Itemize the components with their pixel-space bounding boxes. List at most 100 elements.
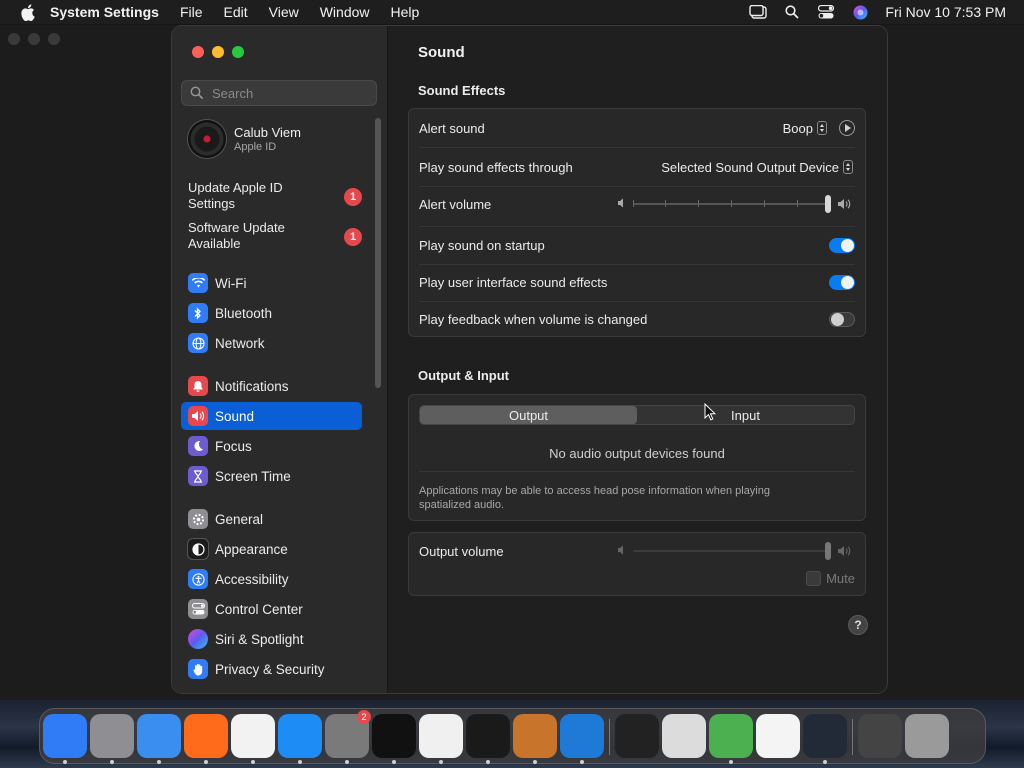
sidebar-item-siri-spotlight[interactable]: Siri & Spotlight [181, 625, 362, 653]
appearance-icon [188, 539, 208, 559]
sidebar-item-appearance[interactable]: Appearance [181, 535, 362, 563]
sidebar: Calub Viem Apple ID Update Apple ID Sett… [172, 26, 388, 693]
dock-app-store-icon[interactable] [278, 714, 322, 758]
dock-garageband-icon[interactable] [513, 714, 557, 758]
dock-trash-icon[interactable] [905, 714, 949, 758]
sidebar-item-focus[interactable]: Focus [181, 432, 362, 460]
dock-running-indicator [157, 760, 161, 764]
ui-sounds-row: Play user interface sound effects [409, 264, 865, 300]
menu-help[interactable]: Help [391, 4, 420, 20]
stage-manager-icon[interactable] [749, 4, 768, 20]
sidebar-item-bluetooth[interactable]: Bluetooth [181, 299, 362, 327]
alert-volume-knob[interactable] [825, 195, 831, 213]
apple-menu-icon[interactable] [18, 3, 36, 21]
help-button[interactable]: ? [848, 615, 868, 635]
minimize-window-button[interactable] [212, 46, 224, 58]
tab-output[interactable]: Output [420, 406, 637, 424]
sidebar-item-label: Control Center [215, 601, 303, 617]
search-field [181, 80, 377, 106]
notice-software-update[interactable]: Software Update Available 1 [188, 220, 378, 252]
sidebar-item-label: Siri & Spotlight [215, 631, 304, 647]
alert-volume-slider[interactable] [633, 194, 831, 214]
dock-piano-icon[interactable] [615, 714, 659, 758]
dock-running-indicator [439, 760, 443, 764]
search-icon [190, 86, 204, 100]
sidebar-item-screen-time[interactable]: Screen Time [181, 462, 362, 490]
dock-downloads-icon[interactable] [858, 714, 902, 758]
popup-arrows-icon [843, 160, 853, 174]
sidebar-item-accessibility[interactable]: Accessibility [181, 565, 362, 593]
menu-clock[interactable]: Fri Nov 10 7:53 PM [885, 4, 1006, 20]
dock-maps-icon[interactable] [709, 714, 753, 758]
mute-label: Mute [826, 571, 855, 586]
menu-file[interactable]: File [180, 4, 203, 20]
tab-input[interactable]: Input [637, 406, 854, 424]
search-input[interactable] [210, 84, 364, 102]
output-through-popup[interactable]: Selected Sound Output Device [661, 160, 853, 175]
notice-badge: 1 [344, 228, 362, 246]
menu-window[interactable]: Window [320, 4, 370, 20]
menu-edit[interactable]: Edit [224, 4, 248, 20]
output-through-value: Selected Sound Output Device [661, 159, 839, 175]
mouse-cursor-icon [704, 403, 716, 421]
sound-effects-card: Alert sound Boop Play sound effects thro… [408, 108, 866, 337]
sound-pane: Sound Sound Effects Alert sound Boop Pla… [388, 26, 887, 693]
dock-freeform-icon[interactable] [756, 714, 800, 758]
sidebar-item-general[interactable]: General [181, 505, 362, 533]
sidebar-item-wifi[interactable]: Wi-Fi [181, 269, 362, 297]
sidebar-item-notifications[interactable]: Notifications [181, 372, 362, 400]
speaker-low-icon [617, 198, 627, 211]
hand-icon [188, 659, 208, 679]
dock-finder-icon[interactable] [43, 714, 87, 758]
startup-sound-toggle[interactable] [829, 237, 855, 253]
output-volume-label: Output volume [419, 543, 504, 559]
dock-script-editor-icon[interactable] [662, 714, 706, 758]
output-input-heading: Output & Input [418, 368, 509, 383]
bell-icon [188, 376, 208, 396]
sidebar-item-label: Sound [215, 408, 255, 424]
dock-chrome-icon[interactable] [231, 714, 275, 758]
dock-vs-code-icon[interactable] [560, 714, 604, 758]
zoom-window-button[interactable] [232, 46, 244, 58]
sidebar-item-network[interactable]: Network [181, 329, 362, 357]
menu-view[interactable]: View [269, 4, 299, 20]
mute-checkbox[interactable]: Mute [806, 571, 855, 586]
ui-sounds-label: Play user interface sound effects [419, 274, 608, 290]
menu-app-name[interactable]: System Settings [50, 4, 159, 20]
globe-icon [188, 333, 208, 353]
dock-tiktok-icon[interactable] [372, 714, 416, 758]
ui-sounds-toggle[interactable] [829, 274, 855, 290]
spotlight-search-icon[interactable] [783, 4, 801, 20]
dock-running-indicator [251, 760, 255, 764]
output-volume-row: Output volume [409, 533, 865, 569]
dock-safari-icon[interactable] [137, 714, 181, 758]
dock-textedit-icon[interactable] [419, 714, 463, 758]
speaker-icon [188, 406, 208, 426]
dock-launchpad-icon[interactable] [90, 714, 134, 758]
sidebar-item-sound[interactable]: Sound [181, 402, 362, 430]
account-subtitle: Apple ID [234, 141, 277, 153]
dock-running-indicator [729, 760, 733, 764]
alert-sound-popup[interactable]: Boop [783, 121, 827, 136]
volume-feedback-label: Play feedback when volume is changed [419, 311, 648, 327]
output-volume-knob[interactable] [825, 542, 831, 560]
output-volume-slider[interactable] [633, 541, 831, 561]
close-window-button[interactable] [192, 46, 204, 58]
sound-effects-heading: Sound Effects [418, 83, 506, 98]
sidebar-item-control-center[interactable]: Control Center [181, 595, 362, 623]
play-alert-sound-button[interactable] [839, 120, 855, 136]
notice-label: Software Update Available [188, 220, 285, 251]
alert-volume-label: Alert volume [419, 196, 492, 212]
dock-stocks-icon[interactable] [803, 714, 847, 758]
volume-feedback-row: Play feedback when volume is changed [409, 301, 865, 337]
dock-firefox-icon[interactable] [184, 714, 228, 758]
apple-id-account[interactable]: Calub Viem Apple ID [188, 120, 301, 158]
sidebar-item-privacy-security[interactable]: Privacy & Security [181, 655, 362, 683]
siri-icon[interactable] [851, 4, 869, 20]
dock-separator [609, 719, 610, 755]
notice-update-apple-id[interactable]: Update Apple ID Settings 1 [188, 180, 378, 212]
sidebar-scrollbar[interactable] [375, 118, 381, 388]
volume-feedback-toggle[interactable] [829, 311, 855, 327]
control-center-icon[interactable] [817, 4, 835, 20]
dock-terminal-icon[interactable] [466, 714, 510, 758]
